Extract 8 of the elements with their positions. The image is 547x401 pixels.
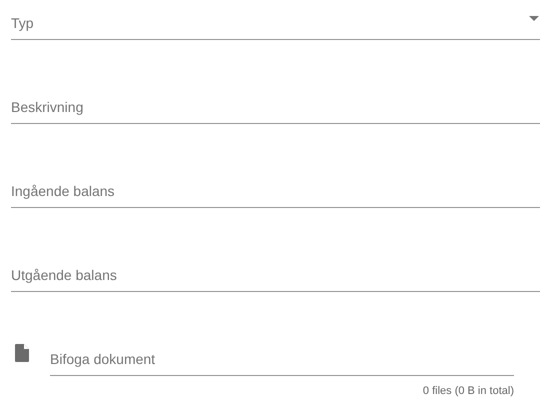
file-icon [15,344,29,362]
input-field[interactable]: Utgående balans [11,265,540,286]
file-input-field[interactable]: Bifoga dokument [50,349,514,370]
dropdown-caret-icon [529,16,539,21]
input-field[interactable]: Beskrivning [11,97,540,118]
file-counter: 0 files (0 B in total) [422,384,514,399]
input-field[interactable]: Ingående balans [11,181,540,202]
select-field[interactable]: Typ [11,13,529,34]
